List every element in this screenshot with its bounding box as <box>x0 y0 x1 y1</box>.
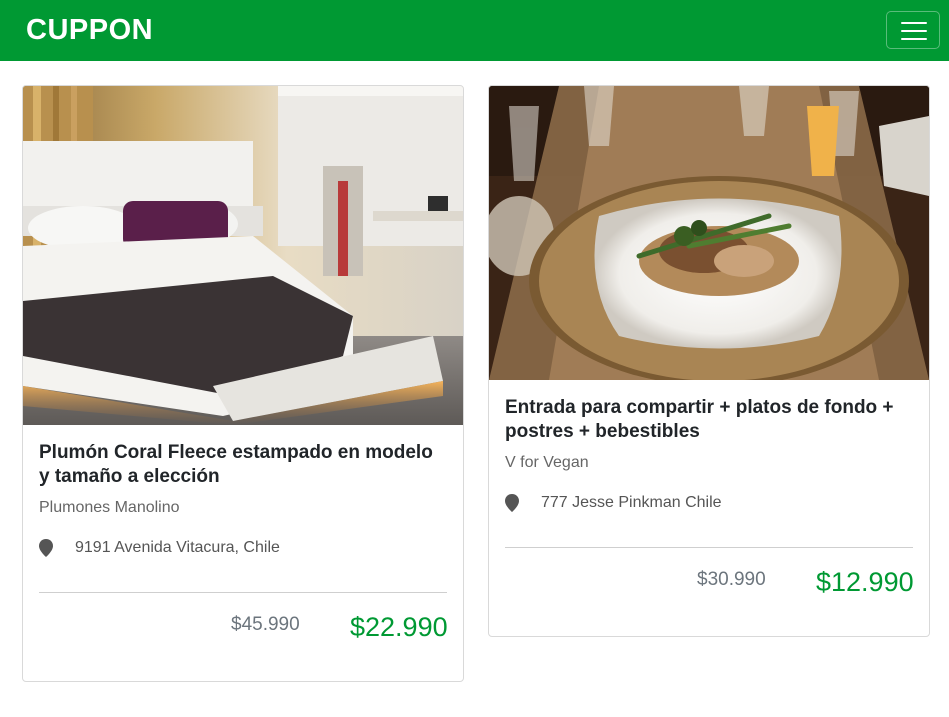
deal-card[interactable]: Plumón Coral Fleece estampado en modelo … <box>22 85 464 682</box>
card-divider <box>39 592 447 593</box>
map-pin-icon <box>505 494 519 512</box>
card-divider <box>505 547 913 548</box>
hamburger-menu-icon-bar <box>901 38 927 40</box>
brand-logo[interactable]: CUPPON <box>26 14 153 46</box>
merchant-name: Plumones Manolino <box>39 499 180 516</box>
hamburger-menu-button[interactable] <box>886 11 940 49</box>
deal-image[interactable] <box>23 86 463 425</box>
sale-price: $12.990 <box>816 567 914 597</box>
hamburger-menu-icon <box>901 22 927 24</box>
merchant-name: V for Vegan <box>505 454 589 471</box>
deal-title[interactable]: Plumón Coral Fleece estampado en modelo … <box>39 441 447 489</box>
original-price: $45.990 <box>231 614 300 635</box>
deal-card[interactable]: Entrada para compartir + platos de fondo… <box>488 85 930 637</box>
map-pin-icon <box>39 539 53 557</box>
deal-address: 777 Jesse Pinkman Chile <box>541 494 722 511</box>
deal-address: 9191 Avenida Vitacura, Chile <box>75 539 280 556</box>
hamburger-menu-icon-bar <box>901 30 927 32</box>
top-navbar: CUPPON <box>0 0 949 61</box>
original-price: $30.990 <box>697 569 766 590</box>
restaurant-plate-photo <box>489 86 929 380</box>
hotel-bed-photo <box>23 86 463 425</box>
sale-price: $22.990 <box>350 612 448 642</box>
deal-title[interactable]: Entrada para compartir + platos de fondo… <box>505 396 913 444</box>
deal-image[interactable] <box>489 86 929 380</box>
